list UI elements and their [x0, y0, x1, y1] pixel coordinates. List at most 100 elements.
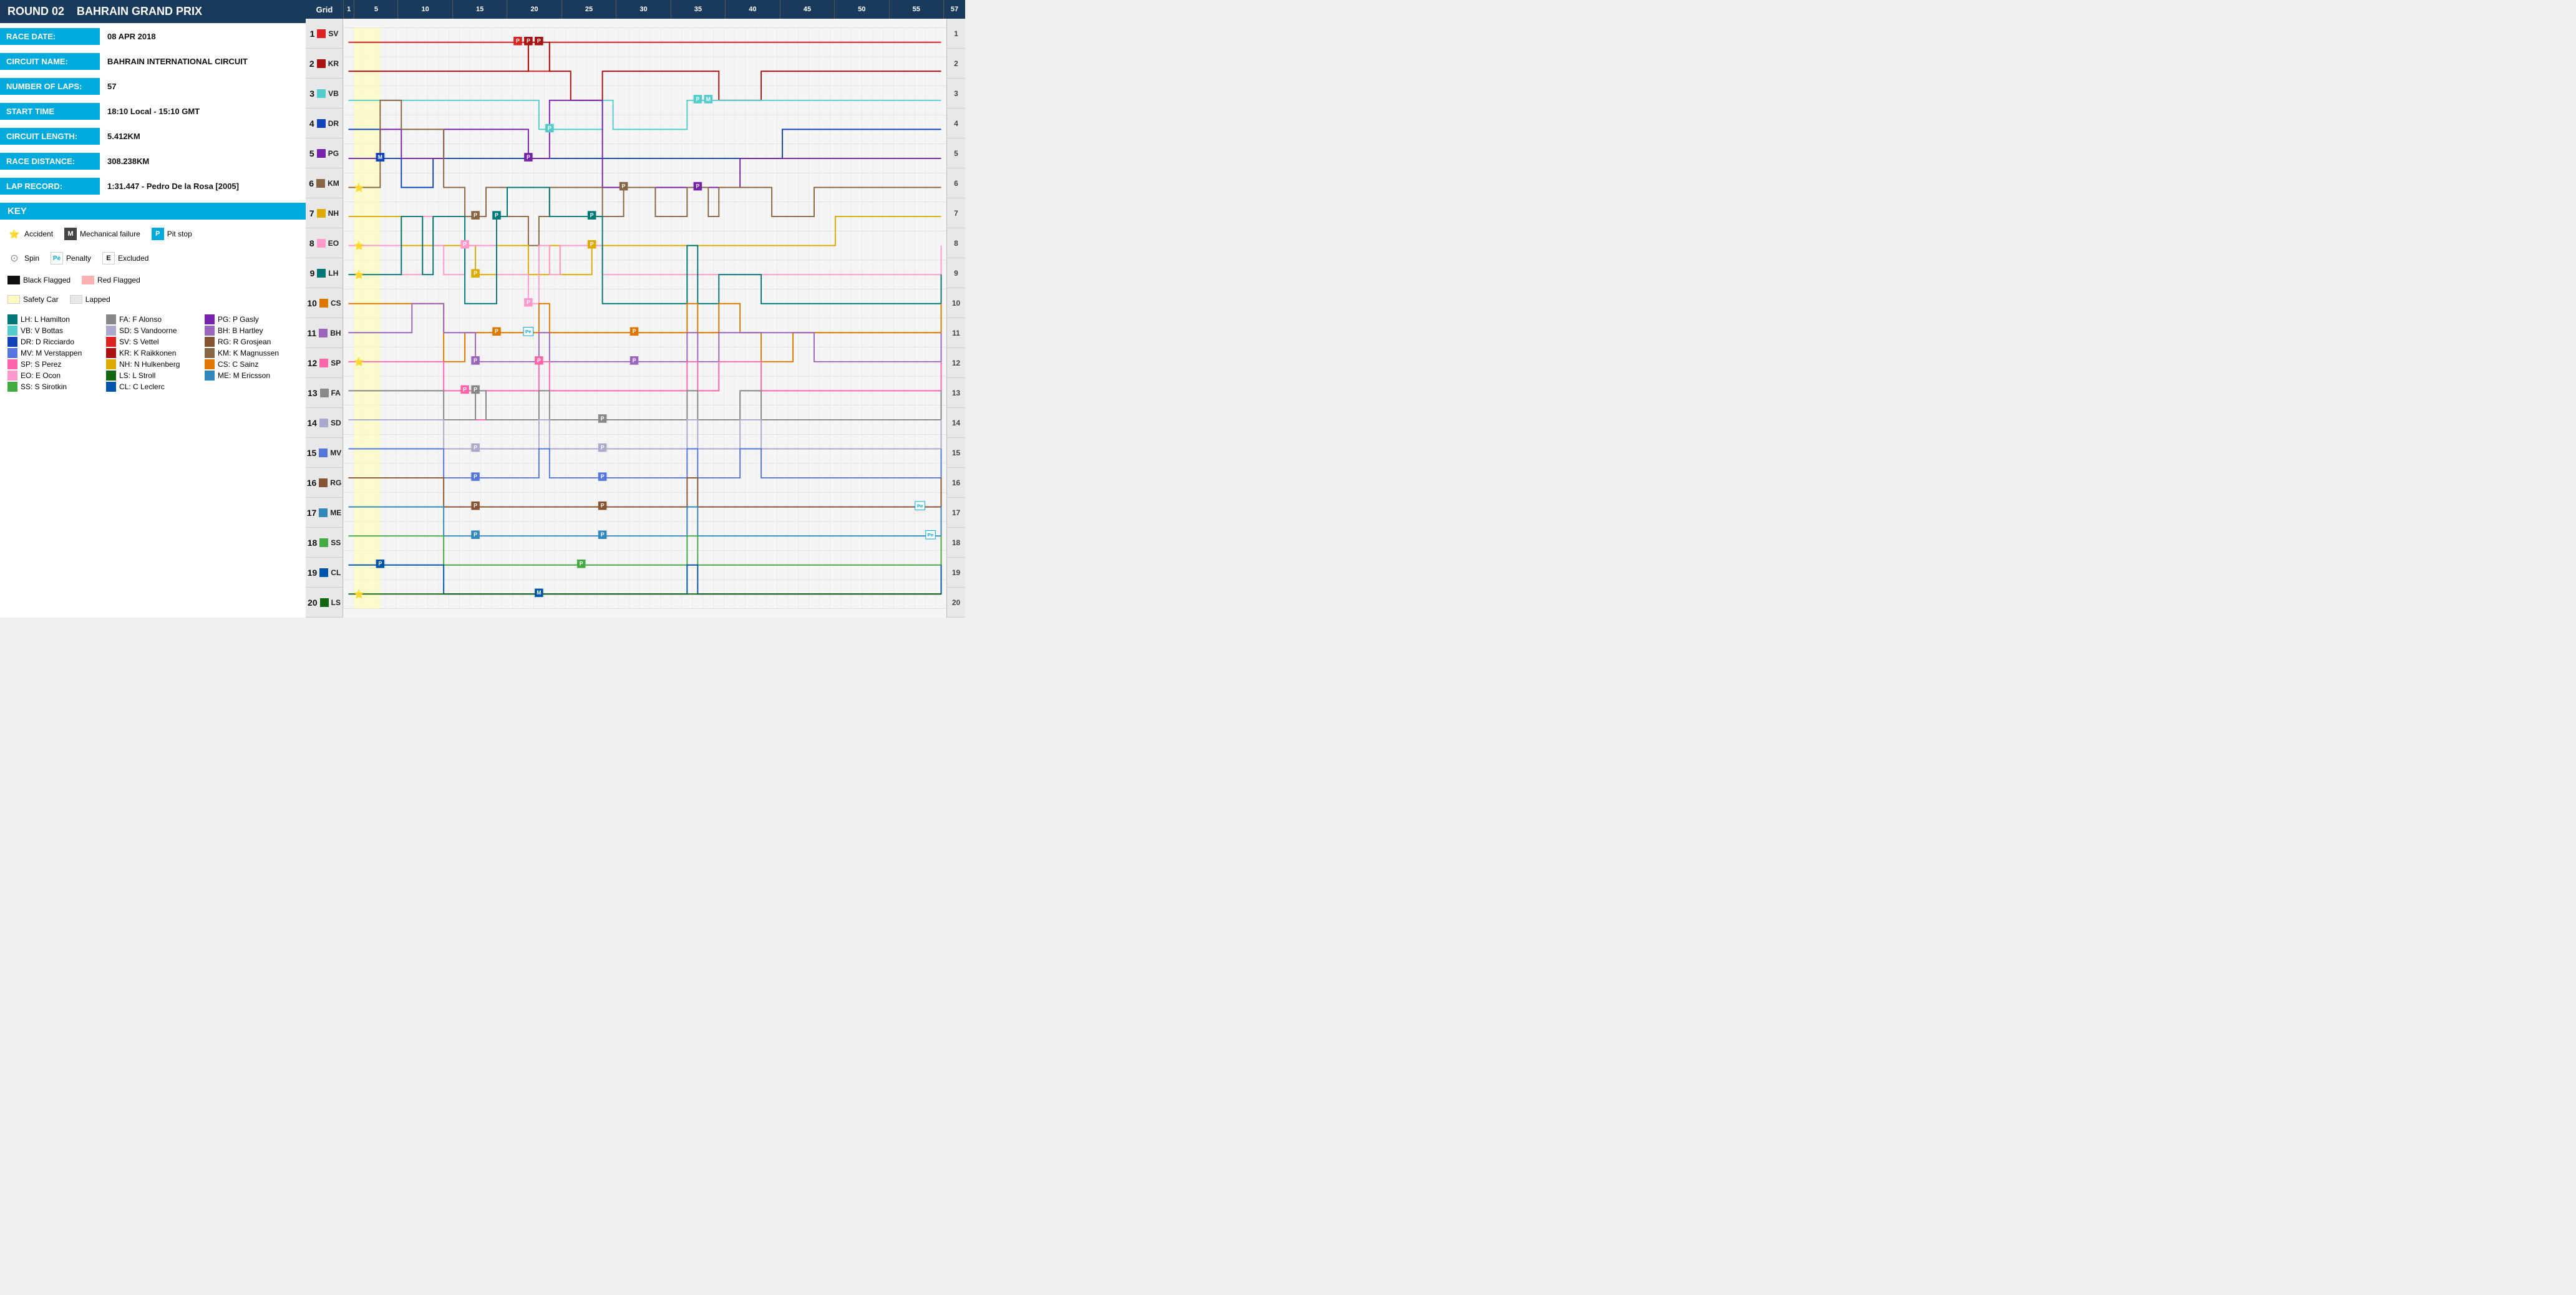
driver-abbr-SV: SV [328, 29, 338, 38]
key-drivers-grid: LH: L Hamilton FA: F Alonso PG: P Gasly … [5, 314, 301, 392]
final-pos-15: 15 [947, 438, 965, 468]
me-label: ME: M Ericsson [218, 371, 270, 380]
final-pos-10: 10 [947, 288, 965, 318]
bh-color [205, 326, 215, 336]
final-pos-11: 11 [947, 318, 965, 348]
chart-container: Grid 151015202530354045505557 1SV2KR3VB4… [306, 0, 965, 618]
pit-label: P [601, 444, 605, 450]
circuit-name-value: BAHRAIN INTERNATIONAL CIRCUIT [100, 53, 255, 70]
pit-icon: P [152, 228, 164, 240]
nh-color [106, 359, 116, 369]
driver-abbr-NH: NH [328, 209, 339, 218]
key-lapped: Lapped [70, 295, 110, 304]
final-pos-13: 13 [947, 378, 965, 408]
grid-pos-6: 6 [309, 178, 314, 188]
sd-label: SD: S Vandoorne [119, 326, 177, 335]
key-spin: ⊙ Spin [7, 251, 39, 265]
pit-label: P [537, 38, 541, 44]
driver-dot-SS [319, 538, 328, 547]
driver-key-eo: EO: E Ocon [7, 371, 101, 381]
mechanical-icon: M [64, 228, 77, 240]
driver-key-kr: KR: K Raikkonen [106, 348, 200, 358]
grid-row-5: 5 PG [306, 138, 343, 168]
spin-label: Spin [24, 254, 39, 263]
lap-record-value: 1:31.447 - Pedro De la Rosa [2005] [100, 178, 246, 195]
rg-color [205, 337, 215, 347]
pit-label: P [474, 357, 477, 364]
spin-icon: ⊙ [7, 251, 21, 265]
lap-header-5: 5 [354, 0, 397, 19]
race-date-label: RACE DATE: [0, 28, 100, 45]
grid-label: Grid [306, 0, 343, 19]
sd-color [106, 326, 116, 336]
grid-pos-12: 12 [308, 358, 318, 368]
excluded-label: Excluded [118, 254, 148, 263]
driver-key-vb: VB: V Bottas [7, 326, 101, 336]
ss-label: SS: S Sirotkin [21, 382, 67, 391]
vb-color [7, 326, 17, 336]
driver-dot-LS [320, 598, 329, 607]
lap-header-50: 50 [834, 0, 888, 19]
lap-record-row: LAP RECORD: 1:31.447 - Pedro De la Rosa … [0, 174, 306, 198]
lap-header-25: 25 [561, 0, 616, 19]
final-pos-16: 16 [947, 468, 965, 498]
lapped-icon [70, 295, 82, 304]
key-icons-row1: ⭐ Accident M Mechanical failure P Pit st… [5, 225, 301, 243]
cl-label: CL: C Leclerc [119, 382, 165, 391]
pg-color [205, 314, 215, 324]
sv-color [106, 337, 116, 347]
rg-label: RG: R Grosjean [218, 337, 271, 346]
cs-label: CS: C Sainz [218, 360, 258, 369]
grid-row-7: 7NH [306, 198, 343, 228]
main-container: ROUND 02 BAHRAIN GRAND PRIX RACE DATE: 0… [0, 0, 965, 618]
pit-label: P [580, 561, 583, 567]
grid-pos-10: 10 [307, 298, 317, 308]
driver-dot-BH [319, 329, 328, 337]
driver-abbr-CS: CS [331, 299, 341, 308]
pit-label: P [474, 270, 477, 276]
num-laps-label: NUMBER OF LAPS: [0, 78, 100, 95]
final-pos-8: 8 [947, 228, 965, 258]
ls-label: LS: L Stroll [119, 371, 155, 380]
accident-marker: ⭐ [354, 357, 364, 367]
key-black-flag: Black Flagged [7, 276, 70, 284]
grid-row-4: 4DR [306, 109, 343, 138]
driver-abbr-KR: KR [328, 59, 339, 68]
grid-row-16: 16RG [306, 468, 343, 498]
circuit-name-label: CIRCUIT NAME: [0, 53, 100, 70]
driver-abbr-LS: LS [331, 598, 341, 607]
grid-row-19: 19CL [306, 558, 343, 588]
driver-key-lh: LH: L Hamilton [7, 314, 101, 324]
penalty-label: Pe [525, 329, 532, 334]
pit-label: P [474, 212, 477, 218]
final-pos-4: 4 [947, 109, 965, 138]
chart-body: 1SV2KR3VB4DR5PG6KM7NH8EO9LH10CS11BH12SP1… [306, 19, 965, 618]
pit-label: P [537, 357, 541, 364]
kr-color [106, 348, 116, 358]
race-header: ROUND 02 BAHRAIN GRAND PRIX [0, 0, 306, 23]
key-icons-row3: Black Flagged Red Flagged [5, 273, 301, 287]
driver-key-cl: CL: C Leclerc [106, 382, 200, 392]
lap-header-40: 40 [725, 0, 779, 19]
black-flag-label: Black Flagged [23, 276, 70, 284]
grid-pos-5: 5 [309, 148, 314, 158]
right-panel: Grid 151015202530354045505557 1SV2KR3VB4… [306, 0, 965, 618]
pit-label: P [527, 154, 530, 160]
dr-label: DR: D Ricciardo [21, 337, 74, 346]
red-flag-label: Red Flagged [97, 276, 140, 284]
final-pos-20: 20 [947, 588, 965, 618]
driver-abbr-SP: SP [331, 359, 341, 367]
pg-label: PG: P Gasly [218, 315, 259, 324]
final-pos-2: 2 [947, 49, 965, 79]
driver-abbr-PG: PG [328, 149, 339, 158]
pit-label: P [474, 386, 477, 392]
grid-pos-11: 11 [307, 328, 316, 338]
driver-key-ls: LS: L Stroll [106, 371, 200, 381]
driver-key-bh: BH: B Hartley [205, 326, 298, 336]
pit-label: P [601, 531, 605, 538]
driver-key-mv: MV: M Verstappen [7, 348, 101, 358]
driver-key-sd: SD: S Vandoorne [106, 326, 200, 336]
lap-header-30: 30 [616, 0, 670, 19]
pit-label: P [474, 444, 477, 450]
mechanical-label: Mechanical failure [80, 230, 140, 238]
